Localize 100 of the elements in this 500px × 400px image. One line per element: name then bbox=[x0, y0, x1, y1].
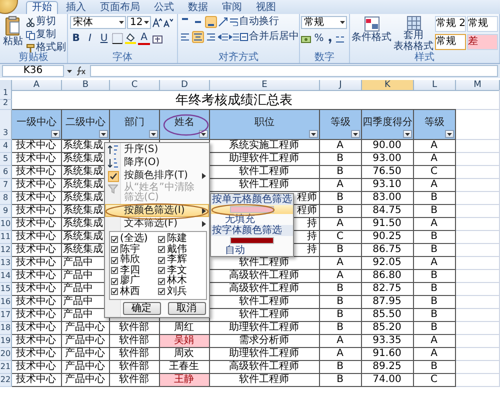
font-size-select[interactable]: 12 bbox=[127, 16, 151, 29]
checkbox[interactable] bbox=[111, 236, 118, 243]
dialog-button[interactable]: 取消 bbox=[168, 302, 206, 315]
horizontal-align-button[interactable] bbox=[179, 31, 191, 43]
fill-bucket-icon[interactable] bbox=[125, 33, 136, 44]
function-icon[interactable] bbox=[75, 66, 87, 76]
ribbon-tab[interactable]: 页面布局 bbox=[94, 1, 146, 14]
filter-button[interactable] bbox=[309, 130, 318, 138]
name-box[interactable]: K36 bbox=[2, 65, 64, 77]
clipboard-tool-button[interactable]: 复制 bbox=[26, 29, 66, 41]
column-header[interactable]: J bbox=[320, 80, 362, 91]
column-header[interactable]: D bbox=[160, 80, 210, 91]
column-header[interactable]: K bbox=[362, 80, 414, 91]
submenu-arrow-icon bbox=[202, 221, 206, 227]
table-cell: A bbox=[320, 257, 362, 270]
checkbox[interactable] bbox=[158, 267, 165, 274]
ribbon-tab[interactable]: 数据 bbox=[182, 1, 214, 14]
wrap-text-button[interactable]: 自动换行 bbox=[230, 16, 279, 28]
scissors-icon[interactable] bbox=[26, 18, 35, 26]
ribbon-tab[interactable]: 视图 bbox=[250, 1, 282, 14]
checkbox[interactable] bbox=[111, 246, 118, 254]
row-number: 16 bbox=[0, 296, 12, 309]
checkbox-label: (全选) bbox=[120, 234, 148, 244]
filter-button[interactable] bbox=[445, 130, 454, 138]
indent-decrease-icon[interactable] bbox=[218, 32, 228, 42]
checkbox[interactable] bbox=[158, 246, 165, 254]
font-style-button[interactable]: U bbox=[98, 32, 110, 45]
checkbox[interactable] bbox=[111, 278, 118, 285]
row-number: 15 bbox=[0, 283, 12, 296]
submenu-option[interactable]: 自动 bbox=[211, 245, 293, 256]
checkbox[interactable] bbox=[158, 236, 165, 243]
column-header[interactable]: E bbox=[210, 80, 320, 91]
font-name-select[interactable]: 宋体 bbox=[70, 16, 126, 29]
ribbon-tab[interactable]: 插入 bbox=[60, 1, 92, 14]
filter-button[interactable] bbox=[351, 130, 360, 138]
checkbox-label: 廖广 bbox=[120, 276, 140, 286]
currency-icon[interactable] bbox=[301, 34, 311, 44]
horizontal-align-button[interactable] bbox=[192, 31, 204, 43]
font-color-button[interactable]: A bbox=[138, 32, 150, 45]
filter-button[interactable] bbox=[51, 130, 60, 138]
paste-button[interactable]: 粘贴 bbox=[2, 16, 24, 47]
dialog-button[interactable]: 确定 bbox=[122, 302, 160, 315]
font-style-button[interactable]: B bbox=[70, 32, 82, 45]
checkbox-label: 韩欣 bbox=[120, 255, 140, 266]
table-cell: 产品中心 bbox=[62, 335, 110, 348]
table-cell: 82.75 bbox=[362, 283, 414, 296]
caret-icon bbox=[53, 132, 58, 136]
percent-button[interactable]: % bbox=[313, 32, 325, 45]
checkbox[interactable] bbox=[111, 267, 118, 274]
row-number: 20 bbox=[0, 348, 12, 361]
indent-increase-icon[interactable] bbox=[229, 32, 239, 42]
grow-font-icon[interactable] bbox=[152, 18, 162, 28]
ribbon-tab[interactable]: 审阅 bbox=[216, 1, 248, 14]
column-header[interactable]: A bbox=[12, 80, 62, 91]
merge-center-button[interactable]: 合并后居中 bbox=[240, 31, 299, 43]
column-header[interactable]: M bbox=[456, 80, 500, 91]
table-cell: B bbox=[414, 244, 456, 257]
shrink-font-icon[interactable] bbox=[163, 18, 173, 28]
number-format-select[interactable]: 常规 bbox=[301, 16, 347, 29]
row-number: 22 bbox=[0, 374, 12, 387]
checkbox[interactable] bbox=[158, 256, 165, 264]
formula-input[interactable] bbox=[90, 65, 498, 77]
checkbox[interactable] bbox=[158, 278, 165, 285]
table-cell: 93.10 bbox=[362, 179, 414, 192]
menu-item[interactable]: 按颜色排序(T) bbox=[105, 169, 209, 182]
column-header[interactable]: L bbox=[414, 80, 456, 91]
filter-button[interactable] bbox=[403, 130, 412, 138]
checkbox[interactable] bbox=[158, 288, 165, 296]
wrap-icon bbox=[230, 18, 238, 26]
copy-icon[interactable] bbox=[26, 30, 35, 40]
table-cell: 技术中心 bbox=[12, 283, 62, 296]
vertical-align-button[interactable] bbox=[205, 16, 217, 28]
border-icon[interactable] bbox=[112, 33, 123, 44]
brush-icon[interactable] bbox=[26, 44, 35, 52]
column-header[interactable]: C bbox=[110, 80, 160, 91]
table-cell: A bbox=[320, 335, 362, 348]
checkbox[interactable] bbox=[111, 288, 118, 296]
menu-item[interactable]: 升序(S) bbox=[105, 143, 209, 156]
table-cell: 技术中心 bbox=[12, 244, 62, 257]
text-angle-icon[interactable] bbox=[218, 17, 229, 27]
table-format-button[interactable]: 套用 表格格式 bbox=[393, 16, 434, 52]
clipboard-icon bbox=[5, 16, 21, 36]
horizontal-align-button[interactable] bbox=[205, 31, 217, 43]
column-header[interactable]: B bbox=[62, 80, 110, 91]
cell-style-button[interactable]: 常规 2 bbox=[435, 16, 466, 32]
row-number: 21 bbox=[0, 361, 12, 374]
ribbon-tab[interactable]: 开始 bbox=[26, 1, 58, 14]
filter-button[interactable] bbox=[149, 130, 158, 138]
conditional-format-button[interactable]: 条件格式 bbox=[351, 16, 392, 43]
ribbon-tab[interactable]: 公式 bbox=[148, 1, 180, 14]
clipboard-tool-button[interactable]: 剪切 bbox=[26, 16, 66, 28]
submenu-heading: 按单元格颜色筛选 bbox=[211, 194, 293, 205]
cell-style-button[interactable]: 常规 bbox=[467, 16, 498, 32]
cell-style-button[interactable]: 差 bbox=[467, 34, 498, 50]
checkbox[interactable] bbox=[111, 256, 118, 264]
table-cell: B bbox=[414, 296, 456, 309]
filter-button[interactable] bbox=[99, 130, 108, 138]
decimal-increase-icon[interactable] bbox=[335, 34, 345, 44]
font-style-button[interactable]: I bbox=[84, 32, 96, 45]
cell-style-button[interactable]: 常规 bbox=[435, 34, 466, 50]
